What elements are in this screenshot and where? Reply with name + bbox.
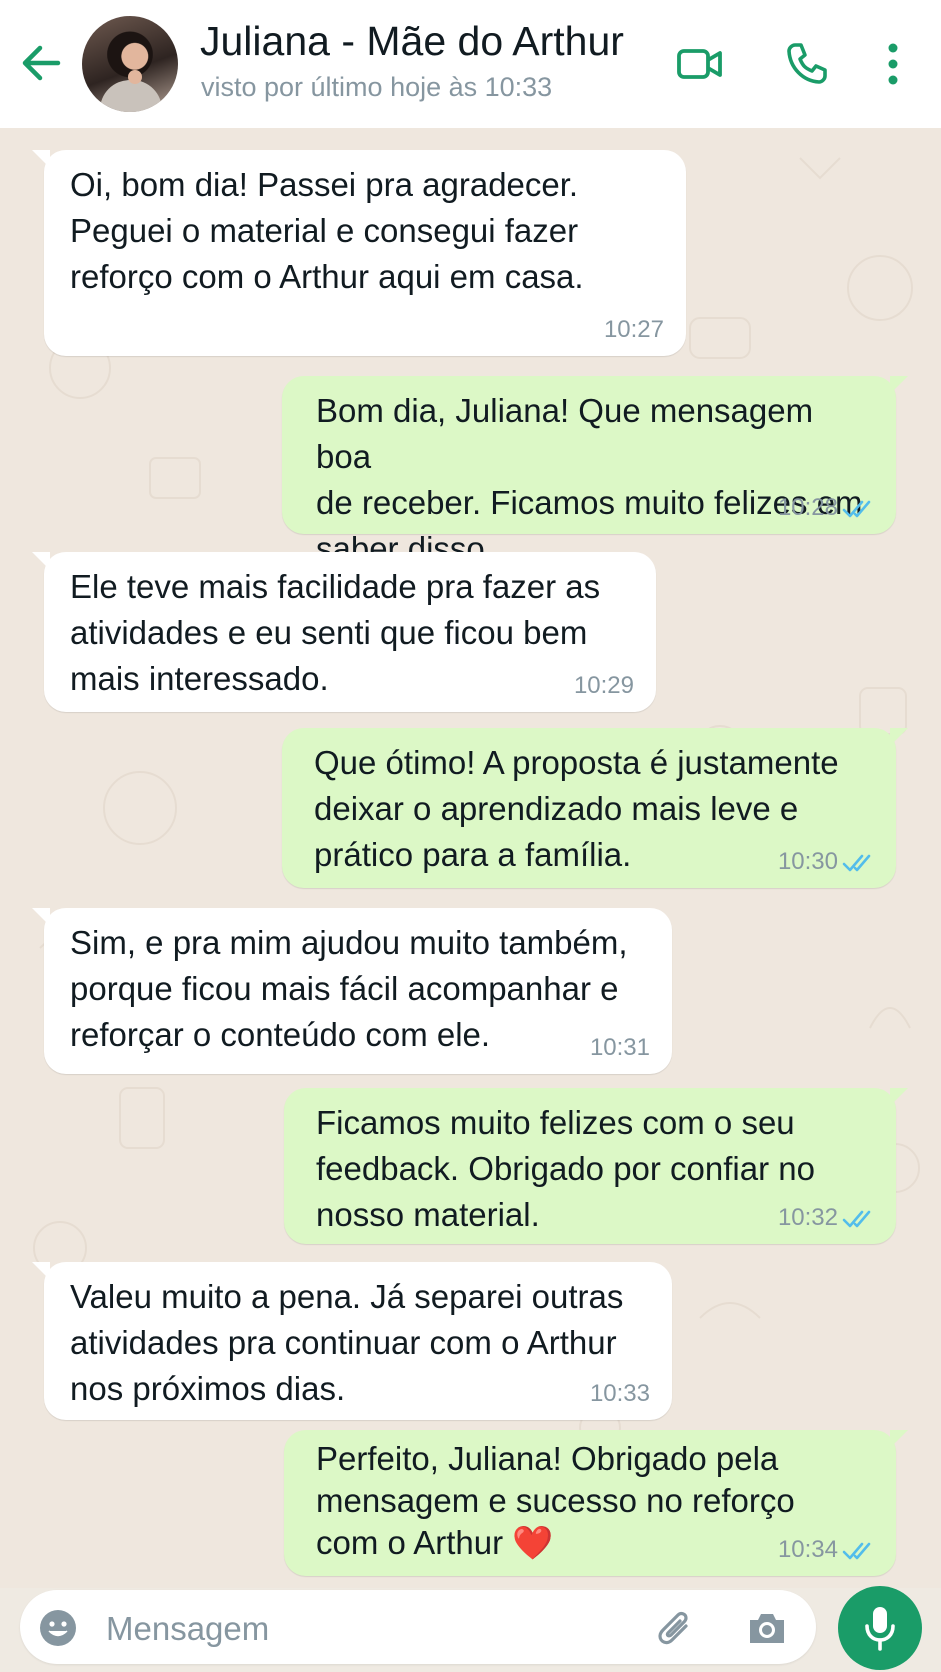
read-ticks-icon: [842, 500, 871, 518]
emoji-icon[interactable]: [38, 1608, 78, 1648]
message-time: 10:29: [573, 672, 634, 699]
message-incoming[interactable]: Ele teve mais facilidade pra fazer as at…: [32, 552, 656, 712]
message-outgoing[interactable]: Bom dia, Juliana! Que mensagem boa de re…: [282, 376, 908, 567]
read-ticks-icon: [842, 1210, 871, 1228]
message-outgoing[interactable]: Perfeito, Juliana! Obrigado pela mensage…: [284, 1430, 908, 1576]
paperclip-icon[interactable]: [652, 1606, 696, 1650]
camera-icon[interactable]: [746, 1608, 788, 1648]
contact-name[interactable]: Juliana - Mãe do Arthur: [200, 18, 624, 65]
message-incoming[interactable]: Valeu muito a pena. Já separei outras at…: [32, 1262, 672, 1420]
read-ticks-icon: [842, 1542, 871, 1560]
arrow-left-icon[interactable]: [18, 40, 64, 86]
message-outgoing[interactable]: Que ótimo! A proposta é justamente deixa…: [282, 728, 908, 888]
message-time: 10:32: [777, 1204, 838, 1231]
message-time: 10:31: [589, 1034, 650, 1061]
message-time: 10:33: [589, 1380, 650, 1407]
message-text: Valeu muito a pena. Já separei outras at…: [70, 1278, 624, 1407]
message-composer: [20, 1590, 816, 1664]
message-incoming[interactable]: Sim, e pra mim ajudou muito também, porq…: [32, 908, 672, 1074]
message-time: 10:34: [777, 1536, 838, 1563]
read-ticks-icon: [842, 854, 871, 872]
message-incoming[interactable]: Oi, bom dia! Passei pra agradecer. Pegue…: [32, 150, 686, 356]
microphone-button[interactable]: [838, 1586, 922, 1670]
message-text: Ele teve mais facilidade pra fazer as at…: [70, 568, 601, 697]
more-vertical-icon[interactable]: [878, 40, 908, 88]
message-input[interactable]: [104, 1606, 538, 1652]
avatar[interactable]: [82, 16, 178, 112]
phone-icon[interactable]: [784, 40, 830, 86]
message-time: 10:27: [603, 316, 664, 343]
last-seen-status: visto por último hoje às 10:33: [201, 72, 553, 102]
message-text: Oi, bom dia! Passei pra agradecer. Pegue…: [70, 166, 584, 295]
message-time: 10:28: [777, 494, 838, 521]
message-outgoing[interactable]: Ficamos muito felizes com o seu feedback…: [284, 1088, 908, 1244]
message-time: 10:30: [777, 848, 838, 875]
message-text: Sim, e pra mim ajudou muito também, porq…: [70, 924, 628, 1053]
chat-header: Juliana - Mãe do Arthur visto por último…: [0, 0, 941, 128]
video-camera-icon[interactable]: [676, 42, 724, 86]
microphone-icon: [865, 1607, 895, 1651]
message-text: Bom dia, Juliana! Que mensagem boa de re…: [316, 392, 863, 567]
